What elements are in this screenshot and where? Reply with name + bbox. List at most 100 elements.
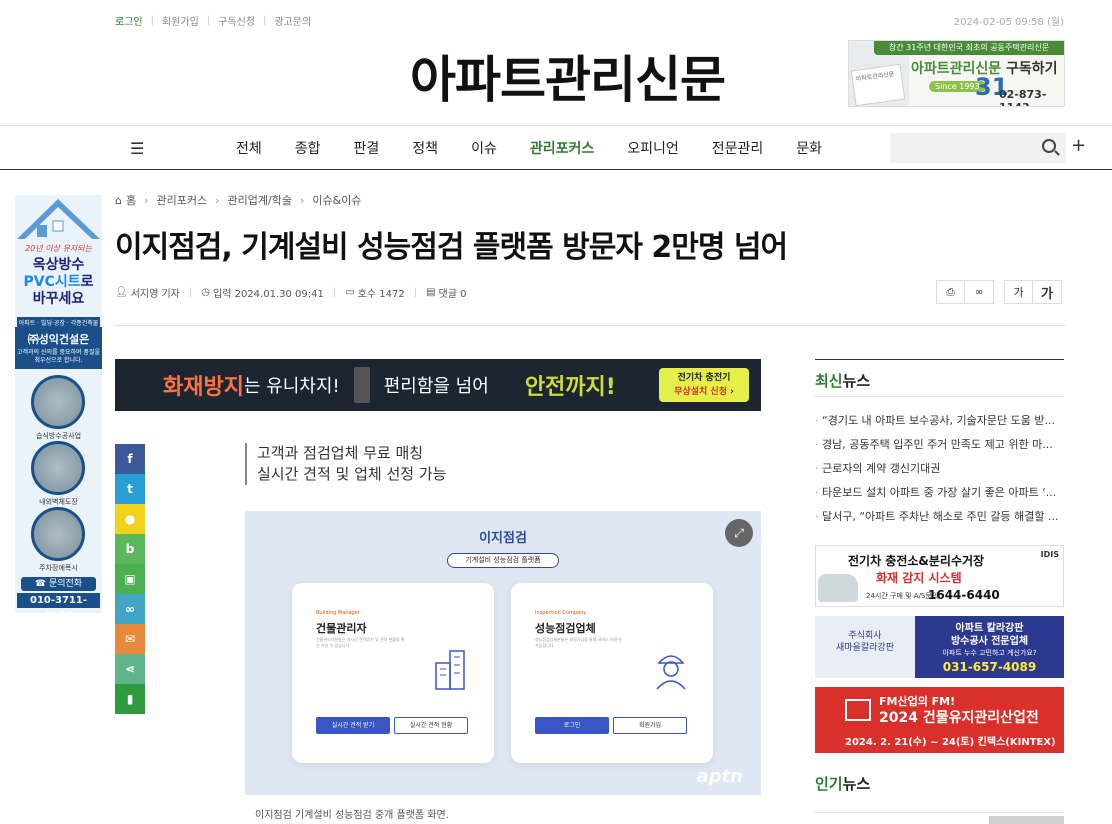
share-icon[interactable]: ⋖ xyxy=(115,654,145,684)
list-item[interactable]: “경기도 내 아파트 보수공사, 기술자문단 도움 받... xyxy=(815,409,1064,433)
worker-icon xyxy=(656,655,686,690)
ad-phone-number: 010-3711-0588 xyxy=(17,593,100,613)
ad-header: 창간 31주년 대한민국 최초의 공동주택관리신문 xyxy=(874,41,1064,55)
inspection-company-card: Inspection Company 성능점검업체 성능점검업체분들은 회원가입… xyxy=(511,583,713,763)
chevron-right-icon: › xyxy=(299,193,305,207)
house-roof-icon xyxy=(17,199,100,239)
hamburger-menu-icon[interactable]: ☰ xyxy=(130,139,144,158)
color-steel-ad[interactable]: 주식회사 새마을칼라강판 아파트 칼라강판 방수공사 전문업체 아파트 누수 고민… xyxy=(815,616,1064,678)
car-icon xyxy=(818,574,858,602)
nav-item-management-focus[interactable]: 관리포커스 xyxy=(530,138,594,158)
chevron-right-icon: › xyxy=(215,193,220,207)
breadcrumb-home[interactable]: 홈 xyxy=(126,192,136,208)
photo-label: 내외벽체도장 xyxy=(39,498,78,506)
article-image[interactable]: 이지점검 기계설비 성능점검 플랫폼 Building Manager 건물관리… xyxy=(245,511,761,795)
login-button-figure: 로그인 xyxy=(535,717,609,734)
building-maintenance-expo-ad[interactable]: FM산업의 FM! 2024 건물유지관리산업전 2024. 2. 21(수) … xyxy=(815,687,1064,753)
breadcrumb-subsection[interactable]: 관리업계/학술 xyxy=(228,192,292,208)
band-icon[interactable]: b xyxy=(115,534,145,564)
realtime-quote-button: 실시간 견적 받기 xyxy=(316,717,390,734)
font-decrease-button[interactable]: 가 xyxy=(1004,280,1033,304)
article-meta: 👤︎ 서지영 기자 | ◷ 입력 2024.01.30 09:41 | ▭ 호수… xyxy=(115,285,467,300)
nav-item-opinion[interactable]: 오피니언 xyxy=(627,138,679,158)
left-side-ad[interactable]: 20년 이상 유지되는 옥상방수 PVC시트로 바꾸세요 아파트 · 빌딩·공장… xyxy=(15,195,102,613)
ad-cta-button[interactable]: 전기차 충전기 무상설치 신청 › xyxy=(659,368,749,402)
article-tools: ⎙ ∞ 가 가 xyxy=(936,280,1062,304)
font-increase-button[interactable]: 가 xyxy=(1033,280,1062,304)
current-datetime: 2024-02-05 09:58 (월) xyxy=(953,17,1064,28)
email-icon[interactable]: ✉ xyxy=(115,624,145,654)
top-links: 로그인 | 회원가입 | 구독신청 | 광고문의 xyxy=(115,13,311,28)
ad-phone: 02-873-1143 xyxy=(999,88,1047,106)
signup-button-figure: 회원가입 xyxy=(613,717,687,734)
company-logo: 주식회사 새마을칼라강판 xyxy=(815,616,915,678)
quote-status-button: 실시간 견적 현황 xyxy=(394,717,468,734)
ev-charger-ad-banner[interactable]: 화재방지 는 유니차지! 편리함을 넘어 안전까지! 전기차 충전기 무상설치 … xyxy=(115,359,761,411)
article-comments[interactable]: 댓글 0 xyxy=(439,285,467,300)
charger-icon xyxy=(353,367,370,403)
list-item[interactable]: 경남, 공동주택 입주민 주거 만족도 제고 위한 마... xyxy=(815,433,1064,457)
clock-icon: ◷ xyxy=(201,287,210,298)
divider: | xyxy=(206,15,211,26)
main-nav: 전체 종합 판결 정책 이슈 관리포커스 오피니언 전문관리 문화 xyxy=(236,138,822,158)
expand-icon[interactable]: ⤢ xyxy=(725,519,753,547)
chevron-right-icon: › xyxy=(144,193,149,207)
nav-item-general[interactable]: 종합 xyxy=(295,138,321,158)
login-link[interactable]: 로그인 xyxy=(115,13,143,28)
article-subheadline: 고객과 점검업체 무료 매칭 실시간 견적 및 업체 선정 가능 xyxy=(245,443,446,485)
call-label: ☎ 문의전화 xyxy=(21,577,96,591)
ad-inquiry-link[interactable]: 광고문의 xyxy=(274,13,311,28)
home-icon[interactable]: ⌂ xyxy=(115,194,122,207)
kakaotalk-icon[interactable]: ● xyxy=(115,504,145,534)
breadcrumb-section[interactable]: 관리포커스 xyxy=(157,192,208,208)
nav-item-all[interactable]: 전체 xyxy=(236,138,262,158)
signup-link[interactable]: 회원가입 xyxy=(162,13,199,28)
popular-news-thumbnail[interactable] xyxy=(989,816,1064,824)
subscribe-ad-banner[interactable]: 창간 31주년 대한민국 최초의 공동주택관리신문 아파트관리신문 아파트관리신… xyxy=(848,40,1065,107)
divider: | xyxy=(150,15,154,26)
figure-title: 이지점검 xyxy=(479,531,527,546)
monitor-icon: ▭ xyxy=(345,287,355,298)
newspaper-thumb: 아파트관리신문 xyxy=(850,63,906,106)
photo-label: 습식방수공사업 xyxy=(35,432,82,440)
divider xyxy=(115,325,1065,326)
ad-headline: 옥상방수 PVC시트로 바꾸세요 xyxy=(23,257,94,307)
ad-tagline: 20년 이상 유지되는 xyxy=(25,244,92,253)
nav-item-judgment[interactable]: 판결 xyxy=(354,138,380,158)
share-bar: f t ● b ▣ ∞ ✉ ⋖ ▮ xyxy=(115,444,145,714)
plus-icon[interactable]: + xyxy=(1071,135,1086,156)
breadcrumb-category[interactable]: 이슈&이슈 xyxy=(312,192,361,208)
nav-item-policy[interactable]: 정책 xyxy=(412,138,438,158)
nav-item-expert[interactable]: 전문관리 xyxy=(712,138,764,158)
list-item[interactable]: 달서구, “아파트 주차난 해소로 주민 갈등 해결할 ... xyxy=(815,505,1064,529)
link-icon[interactable]: ∞ xyxy=(965,280,994,304)
latest-news-list: “경기도 내 아파트 보수공사, 기술자문단 도움 받... 경남, 공동주택 … xyxy=(815,409,1064,529)
naver-icon[interactable]: ▣ xyxy=(115,564,145,594)
subscribe-link[interactable]: 구독신청 xyxy=(218,13,255,28)
popular-news-heading: 인기뉴스 xyxy=(815,773,1064,813)
article-author[interactable]: 서지영 기자 xyxy=(131,285,180,300)
ad-text-2: 편리함을 넘어 xyxy=(383,376,489,397)
list-item[interactable]: 타운보드 설치 아파트 중 가장 살기 좋은 아파트 ‘... xyxy=(815,481,1064,505)
url-copy-icon[interactable]: ∞ xyxy=(115,594,145,624)
breadcrumb: ⌂ 홈 › 관리포커스 › 관리업계/학술 › 이슈&이슈 xyxy=(115,192,361,208)
figure-pill: 기계설비 성능점검 플랫폼 xyxy=(447,553,559,568)
nav-item-issue[interactable]: 이슈 xyxy=(471,138,497,158)
building-manager-card: Building Manager 건물관리자 건물관리자분들은 실시간 견적받기… xyxy=(292,583,494,763)
ad-text-1: 는 유니차지! xyxy=(243,376,340,397)
photo-parking xyxy=(31,507,85,561)
image-caption: 이지점검 기계설비 성능점검 중개 플랫폼 화면. xyxy=(255,810,449,821)
search-input[interactable] xyxy=(890,133,1066,163)
divider: | xyxy=(262,15,267,26)
list-item[interactable]: 근로자의 계약 갱신기대권 xyxy=(815,457,1064,481)
photo-label: 주차장에폭시 xyxy=(39,564,78,572)
search-icon[interactable] xyxy=(1042,139,1056,153)
site-logo[interactable]: 아파트관리신문 xyxy=(410,40,726,112)
twitter-icon[interactable]: t xyxy=(115,474,145,504)
bookmark-icon[interactable]: ▮ xyxy=(115,684,145,714)
facebook-icon[interactable]: f xyxy=(115,444,145,474)
fire-detection-ad[interactable]: 전기차 충전소&분리수거장 화재 감지 시스템 24시간 구매 및 A/S문의 … xyxy=(815,545,1064,607)
print-icon[interactable]: ⎙ xyxy=(936,280,965,304)
nav-item-culture[interactable]: 문화 xyxy=(796,138,822,158)
company-block: ㈜성익건설은 고객과의 신의를 중요하며 품질을 최우선으로 합니다. xyxy=(15,327,102,369)
